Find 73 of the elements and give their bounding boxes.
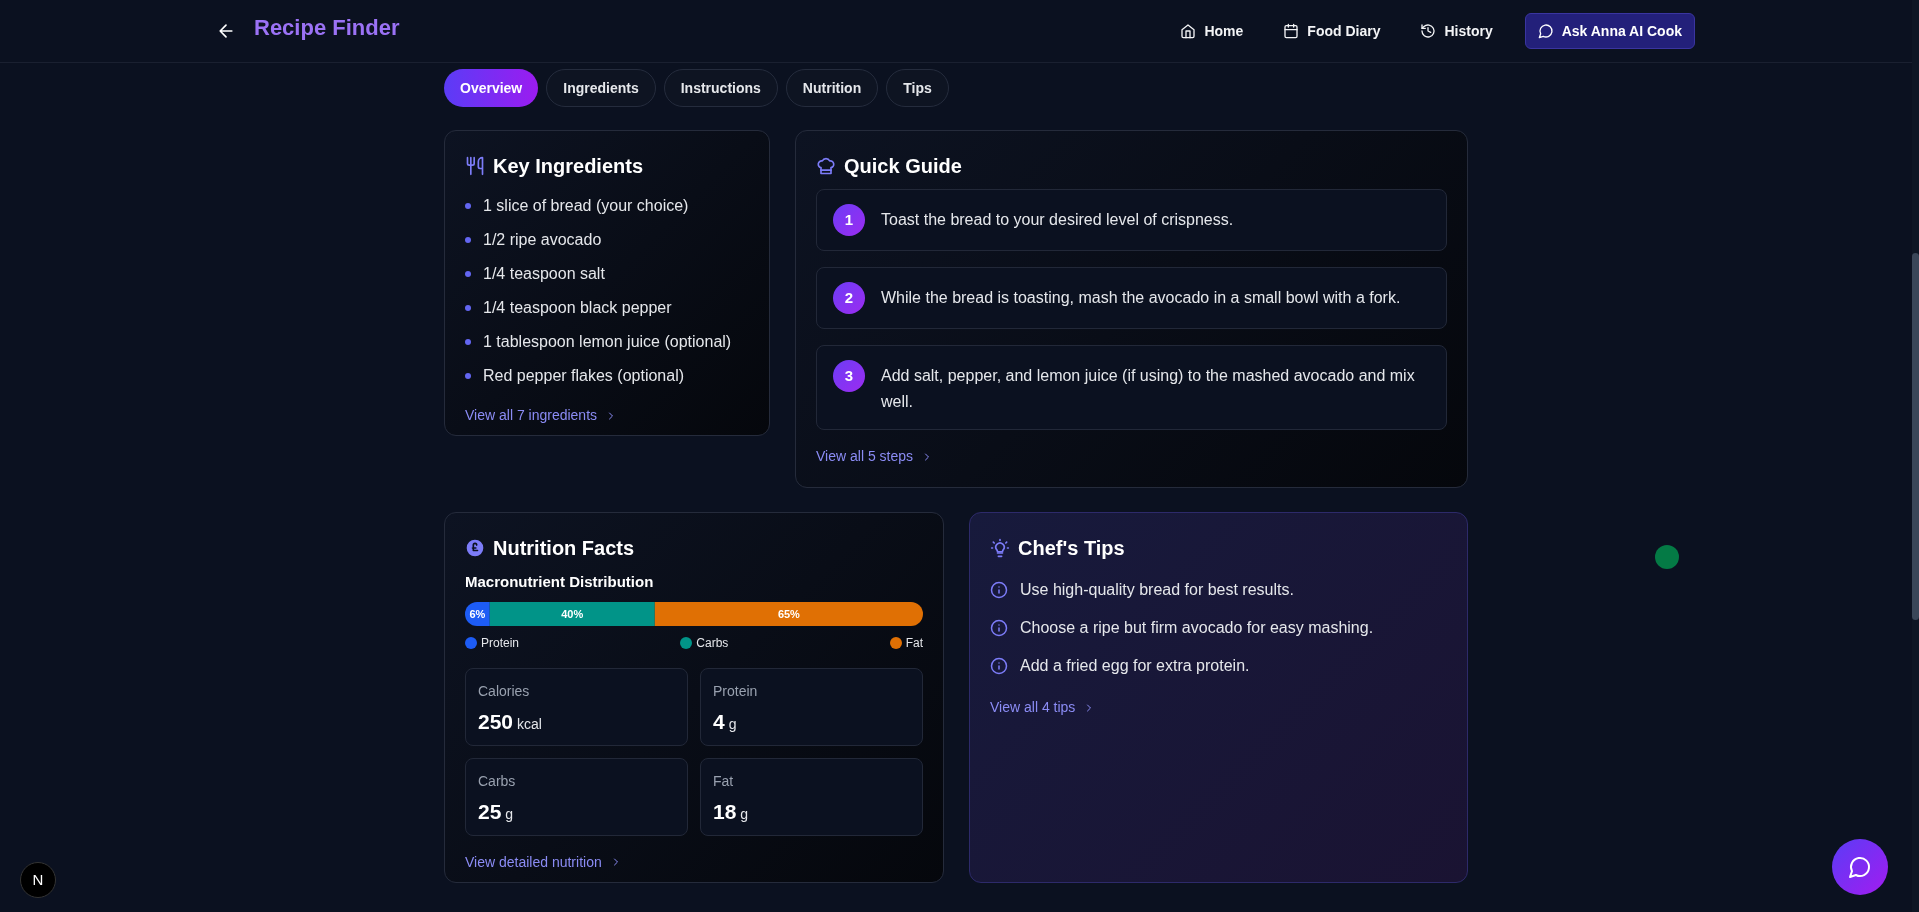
stat-value: 25 [478,798,502,825]
legend-label: Fat [905,634,923,652]
stat-unit: kcal [517,714,542,734]
stat-label: Carbs [478,771,517,791]
tip-text: Use high-quality bread for best results. [1020,580,1294,600]
ingredient-text: Red pepper flakes (optional) [483,366,684,386]
stat-value: 4 [713,708,725,735]
stat-value: 250 [478,708,514,735]
view-all-link[interactable]: View all 7 ingredients [465,405,618,426]
tip-text: Add a fried egg for extra protein. [1020,656,1250,676]
chat-icon [1848,855,1872,879]
nav-link[interactable]: Home [1164,12,1260,50]
ingredient-text: 1/2 ripe avocado [483,230,602,250]
data-label: 40% [561,607,584,620]
lightbulb-icon [990,538,1010,558]
data-label: 6% [469,607,486,620]
ingredient-text: 1 slice of bread (your choice) [483,196,689,216]
stat-label: Calories [478,681,531,701]
stat-unit: g [740,804,749,824]
bullet-icon [465,203,471,209]
stat-label: Fat [713,771,735,791]
chart-title: Macronutrient Distribution [465,572,655,592]
tab[interactable]: Overview [444,69,539,107]
stat-label: Protein [713,681,759,701]
step-text: Toast the bread to your desired level of crispness. [881,210,1235,230]
bullet-icon [465,339,471,345]
info-icon [990,619,1008,637]
scrollbar-thumb[interactable] [1912,253,1919,620]
app-title: Recipe Finder [254,13,400,42]
view-all-link[interactable]: View all 5 steps [816,446,933,467]
fork-knife-icon [465,156,485,176]
stat-unit: g [728,714,737,734]
stat-value: 18 [713,798,737,825]
tab[interactable]: Tips [886,69,949,107]
info-icon [990,657,1008,675]
stat-unit: g [505,804,514,824]
chat-button[interactable] [1832,839,1888,895]
legend-label: Carbs [696,634,729,652]
legend-label: Protein [481,634,520,652]
card-title: Chef's Tips [1018,536,1125,561]
data-label: 65% [777,607,800,620]
ingredient-text: 1 tablespoon lemon juice (optional) [483,332,732,352]
history-icon [1420,23,1437,39]
card-title: Key Ingredients [493,154,644,179]
step-text: Add salt, pepper, and lemon juice (if using) to the mashed avocado and mix well. [881,366,1416,412]
bullet-icon [465,373,471,379]
step-number: 3 [833,360,865,392]
ingredient-text: 1/4 teaspoon black pepper [483,298,672,318]
step-number: 1 [833,204,865,236]
tip-text: Choose a ripe but firm avocado for easy mashing. [1020,618,1374,638]
home-icon [1180,23,1197,39]
nav-link[interactable]: Food Diary [1267,12,1397,50]
ask-ai-button[interactable]: Ask Anna AI Cook [1524,13,1695,49]
bullet-icon [465,237,471,243]
tab[interactable]: Instructions [663,69,778,107]
ingredient-text: 1/4 teaspoon salt [483,264,605,284]
card-title: Quick Guide [844,154,962,179]
coin-icon [465,538,485,558]
tab[interactable]: Nutrition [785,69,879,107]
dev-indicator-button[interactable]: N [20,862,56,898]
card-title: Nutrition Facts [493,536,635,561]
view-all-link[interactable]: View all 4 tips [990,697,1096,718]
step-number: 2 [833,282,865,314]
calendar-icon [1283,23,1300,39]
nav-link[interactable]: History [1404,12,1509,50]
bullet-icon [465,305,471,311]
chat-icon [1537,23,1554,39]
bullet-icon [465,271,471,277]
info-icon [990,581,1008,599]
chef-hat-icon [816,156,836,176]
view-all-link[interactable]: View detailed nutrition [465,851,622,873]
tab[interactable]: Ingredients [546,69,656,107]
step-text: While the bread is toasting, mash the avocado in a small bowl with a fork. [881,288,1402,308]
